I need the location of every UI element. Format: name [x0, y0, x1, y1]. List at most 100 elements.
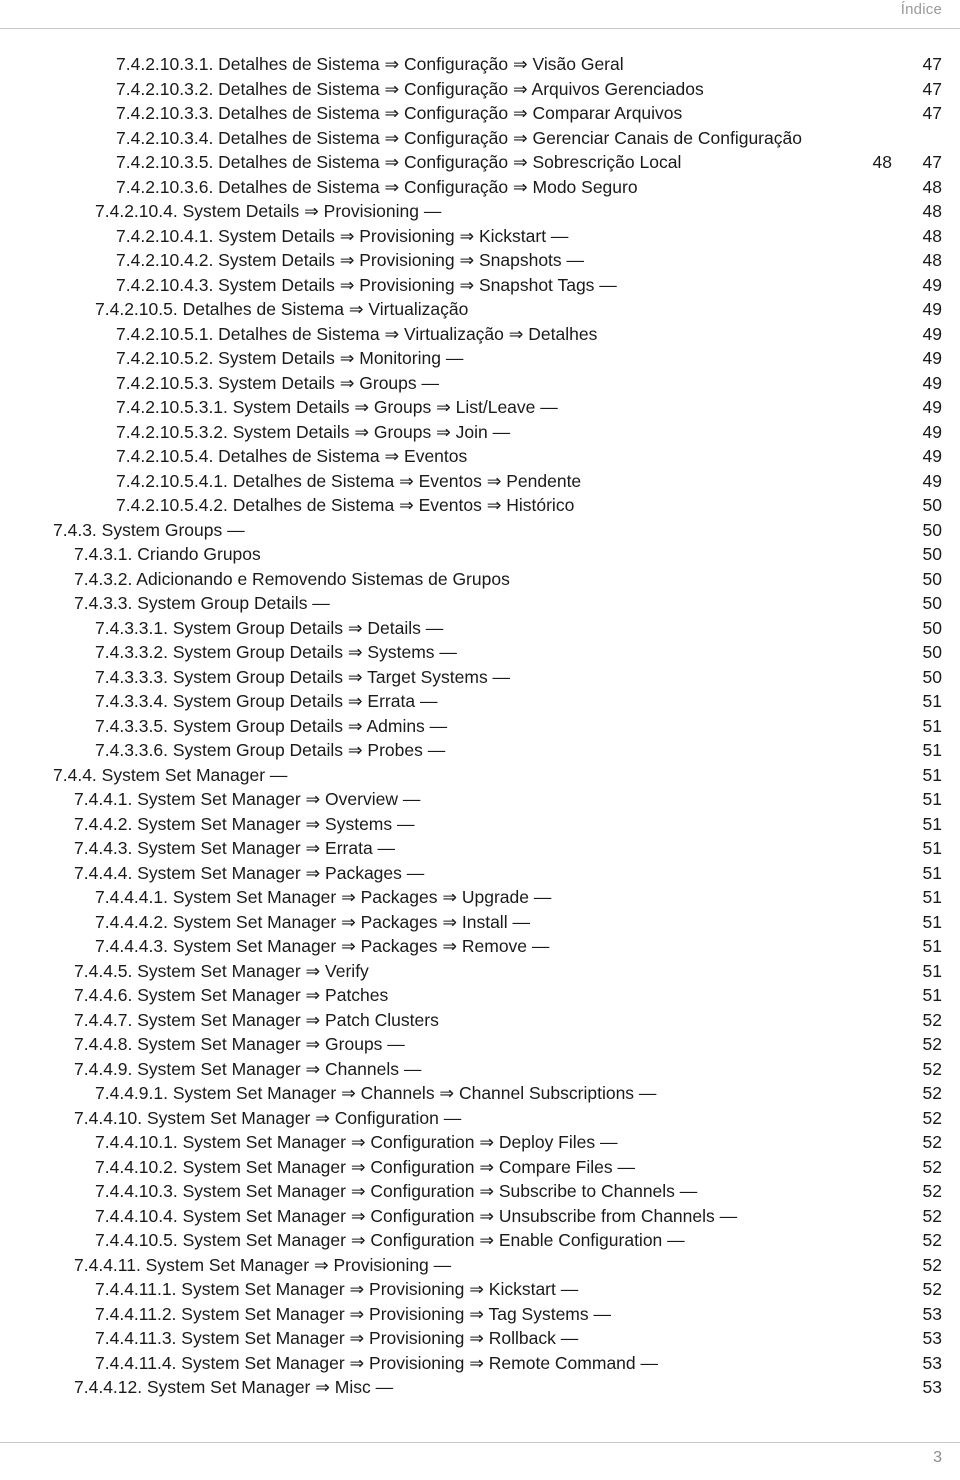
toc-entry[interactable]: 7.4.3.3.5. System Group Details ⇒ Admins… [0, 714, 960, 739]
toc-entry[interactable]: 7.4.4.10.1. System Set Manager ⇒ Configu… [0, 1130, 960, 1155]
toc-entry[interactable]: 7.4.4.11.2. System Set Manager ⇒ Provisi… [0, 1302, 960, 1327]
toc-entry-title: 7.4.4.10.5. System Set Manager ⇒ Configu… [95, 1230, 685, 1250]
toc-entry-title: 7.4.3.3.6. System Group Details ⇒ Probes… [95, 740, 446, 760]
toc-entry[interactable]: 7.4.2.10.5.3.1. System Details ⇒ Groups … [0, 395, 960, 420]
toc-entry-page-number: 51 [922, 911, 942, 932]
toc-entry-title: 7.4.2.10.5. Detalhes de Sistema ⇒ Virtua… [95, 299, 469, 319]
toc-entry-title: 7.4.2.10.4.2. System Details ⇒ Provision… [116, 250, 585, 270]
toc-entry-title: 7.4.3.3.1. System Group Details ⇒ Detail… [95, 617, 444, 638]
toc-entry[interactable]: 7.4.2.10.3.3. Detalhes de Sistema ⇒ Conf… [0, 101, 960, 126]
toc-entry[interactable]: 7.4.2.10.5.4.1. Detalhes de Sistema ⇒ Ev… [0, 469, 960, 494]
toc-entry[interactable]: 7.4.4.9.1. System Set Manager ⇒ Channels… [0, 1081, 960, 1106]
toc-entry[interactable]: 7.4.3.3. System Group Details — 50 [0, 591, 960, 616]
toc-entry[interactable]: 7.4.3.3.4. System Group Details ⇒ Errata… [0, 689, 960, 714]
toc-entry-title: 7.4.4.10.3. System Set Manager ⇒ Configu… [95, 1181, 698, 1201]
page-footer: 3 [0, 1446, 960, 1476]
toc-entry-page-number: 49 [922, 348, 942, 368]
toc-entry-page-number: 51 [922, 813, 942, 834]
toc-entry[interactable]: 7.4.4. System Set Manager — 51 [0, 763, 960, 788]
toc-entry-page-number: 52 [922, 1181, 942, 1201]
toc-entry-page-number: 52 [922, 1009, 942, 1030]
toc-entry[interactable]: 7.4.4.10. System Set Manager ⇒ Configura… [0, 1106, 960, 1131]
toc-entry-page-number: 52 [922, 1279, 942, 1299]
toc-entry[interactable]: 7.4.3. System Groups — 50 [0, 518, 960, 543]
toc-entry[interactable]: 7.4.4.11.1. System Set Manager ⇒ Provisi… [0, 1277, 960, 1302]
toc-entry[interactable]: 7.4.4.11.3. System Set Manager ⇒ Provisi… [0, 1326, 960, 1351]
toc-entry[interactable]: 7.4.2.10.5.1. Detalhes de Sistema ⇒ Virt… [0, 322, 960, 347]
toc-entry[interactable]: 7.4.4.10.2. System Set Manager ⇒ Configu… [0, 1155, 960, 1180]
toc-entry-title: 7.4.3.3.3. System Group Details ⇒ Target… [95, 666, 511, 687]
header-section-label: Índice [900, 1, 942, 18]
toc-entry-page-number: 49 [922, 397, 942, 417]
toc-entry[interactable]: 7.4.2.10.5.3.2. System Details ⇒ Groups … [0, 420, 960, 445]
toc-entry-page-number: 49 [922, 446, 942, 466]
toc-entry-title: 7.4.4.10.1. System Set Manager ⇒ Configu… [95, 1132, 618, 1152]
toc-entry[interactable]: 7.4.4.10.5. System Set Manager ⇒ Configu… [0, 1228, 960, 1253]
toc-entry[interactable]: 7.4.2.10.3.1. Detalhes de Sistema ⇒ Conf… [0, 52, 960, 77]
toc-entry[interactable]: 7.4.3.3.1. System Group Details ⇒ Detail… [0, 616, 960, 641]
toc-entry[interactable]: 7.4.2.10.4.1. System Details ⇒ Provision… [0, 224, 960, 249]
toc-entry-page-number: 51 [922, 985, 942, 1005]
toc-entry[interactable]: 7.4.2.10.4.2. System Details ⇒ Provision… [0, 248, 960, 273]
toc-entry[interactable]: 7.4.4.2. System Set Manager ⇒ Systems — 5… [0, 812, 960, 837]
toc-entry[interactable]: 7.4.2.10.3.2. Detalhes de Sistema ⇒ Conf… [0, 77, 960, 102]
toc-entry[interactable]: 7.4.3.3.2. System Group Details ⇒ System… [0, 640, 960, 665]
toc-entry-page-number: 47 [922, 78, 942, 99]
toc-entry-page-number: 50 [922, 617, 942, 638]
toc-entry[interactable]: 7.4.3.2. Adicionando e Removendo Sistema… [0, 567, 960, 592]
toc-entry[interactable]: 7.4.4.7. System Set Manager ⇒ Patch Clus… [0, 1008, 960, 1033]
toc-entry[interactable]: 7.4.2.10.3.4. Detalhes de Sistema ⇒ Conf… [0, 126, 960, 151]
toc-entry[interactable]: 7.4.2.10.5.4.2. Detalhes de Sistema ⇒ Ev… [0, 493, 960, 518]
toc-entry[interactable]: 7.4.4.8. System Set Manager ⇒ Groups — 52 [0, 1032, 960, 1057]
toc-entry[interactable]: 7.4.2.10.4. System Details ⇒ Provisionin… [0, 199, 960, 224]
toc-entry[interactable]: 7.4.2.10.5.4. Detalhes de Sistema ⇒ Even… [0, 444, 960, 469]
toc-entry[interactable]: 7.4.2.10.4.3. System Details ⇒ Provision… [0, 273, 960, 298]
toc-entry[interactable]: 7.4.4.4.1. System Set Manager ⇒ Packages… [0, 885, 960, 910]
toc-entry-page-number: 47 [922, 152, 942, 172]
toc-entry[interactable]: 7.4.3.1. Criando Grupos 50 [0, 542, 960, 567]
toc-entry[interactable]: 7.4.4.9. System Set Manager ⇒ Channels —… [0, 1057, 960, 1082]
toc-entry[interactable]: 7.4.4.11. System Set Manager ⇒ Provision… [0, 1253, 960, 1278]
toc-entry-page-number: 50 [922, 519, 942, 540]
toc-entry-page-number: 49 [922, 470, 942, 491]
toc-entry-title: 7.4.2.10.4. System Details ⇒ Provisionin… [95, 201, 442, 221]
toc-entry-page-number: 53 [922, 1303, 942, 1324]
toc-entry-page-number: 51 [922, 838, 942, 858]
toc-entry-title: 7.4.4.12. System Set Manager ⇒ Misc — [74, 1377, 394, 1397]
toc-entry-page-number: 51 [922, 691, 942, 711]
toc-entry-title: 7.4.4.3. System Set Manager ⇒ Errata — [74, 838, 396, 858]
toc-entry[interactable]: 7.4.3.3.6. System Group Details ⇒ Probes… [0, 738, 960, 763]
toc-entry-page-number: 51 [922, 960, 942, 981]
toc-entry[interactable]: 7.4.4.4.3. System Set Manager ⇒ Packages… [0, 934, 960, 959]
toc-entry-title: 7.4.4.2. System Set Manager ⇒ Systems — [74, 813, 415, 834]
toc-entry[interactable]: 7.4.4.6. System Set Manager ⇒ Patches 51 [0, 983, 960, 1008]
toc-entry[interactable]: 7.4.4.1. System Set Manager ⇒ Overview —… [0, 787, 960, 812]
toc-entry[interactable]: 7.4.2.10.5.2. System Details ⇒ Monitorin… [0, 346, 960, 371]
toc-entry[interactable]: 7.4.2.10.3.5. Detalhes de Sistema ⇒ Conf… [0, 150, 960, 175]
toc-entry-title: 7.4.2.10.4.1. System Details ⇒ Provision… [116, 225, 569, 246]
toc-entry[interactable]: 7.4.4.4.2. System Set Manager ⇒ Packages… [0, 910, 960, 935]
toc-entry-page-number: 50 [922, 495, 942, 515]
toc-entry[interactable]: 7.4.2.10.5.3. System Details ⇒ Groups — 4… [0, 371, 960, 396]
toc-entry-title: 7.4.4.11.4. System Set Manager ⇒ Provisi… [95, 1352, 658, 1373]
toc-entry-title: 7.4.4.7. System Set Manager ⇒ Patch Clus… [74, 1009, 439, 1030]
toc-entry[interactable]: 7.4.4.4. System Set Manager ⇒ Packages —… [0, 861, 960, 886]
toc-entry-page-number: 47 [922, 103, 942, 123]
toc-entry[interactable]: 7.4.4.10.4. System Set Manager ⇒ Configu… [0, 1204, 960, 1229]
toc-entry-page-number: 48 [922, 201, 942, 221]
toc-entry[interactable]: 7.4.4.12. System Set Manager ⇒ Misc — 53 [0, 1375, 960, 1400]
toc-entry[interactable]: 7.4.4.5. System Set Manager ⇒ Verify 51 [0, 959, 960, 984]
toc-entry-page-number: 50 [922, 666, 942, 687]
toc-entry-title: 7.4.3.3.2. System Group Details ⇒ System… [95, 642, 457, 662]
toc-entry[interactable]: 7.4.2.10.3.6. Detalhes de Sistema ⇒ Conf… [0, 175, 960, 200]
toc-entry-page-number: 49 [922, 421, 942, 442]
toc-entry-page-number: 50 [922, 544, 942, 564]
toc-entry[interactable]: 7.4.2.10.5. Detalhes de Sistema ⇒ Virtua… [0, 297, 960, 322]
toc-entry[interactable]: 7.4.4.11.4. System Set Manager ⇒ Provisi… [0, 1351, 960, 1376]
toc-entry[interactable]: 7.4.4.10.3. System Set Manager ⇒ Configu… [0, 1179, 960, 1204]
toc-entry-title: 7.4.4.11.2. System Set Manager ⇒ Provisi… [95, 1303, 611, 1324]
toc-entry[interactable]: 7.4.4.3. System Set Manager ⇒ Errata — 51 [0, 836, 960, 861]
toc-entry[interactable]: 7.4.3.3.3. System Group Details ⇒ Target… [0, 665, 960, 690]
toc-entry-page-number: 52 [922, 1230, 942, 1250]
toc-entry-page-number: 53 [922, 1377, 942, 1397]
